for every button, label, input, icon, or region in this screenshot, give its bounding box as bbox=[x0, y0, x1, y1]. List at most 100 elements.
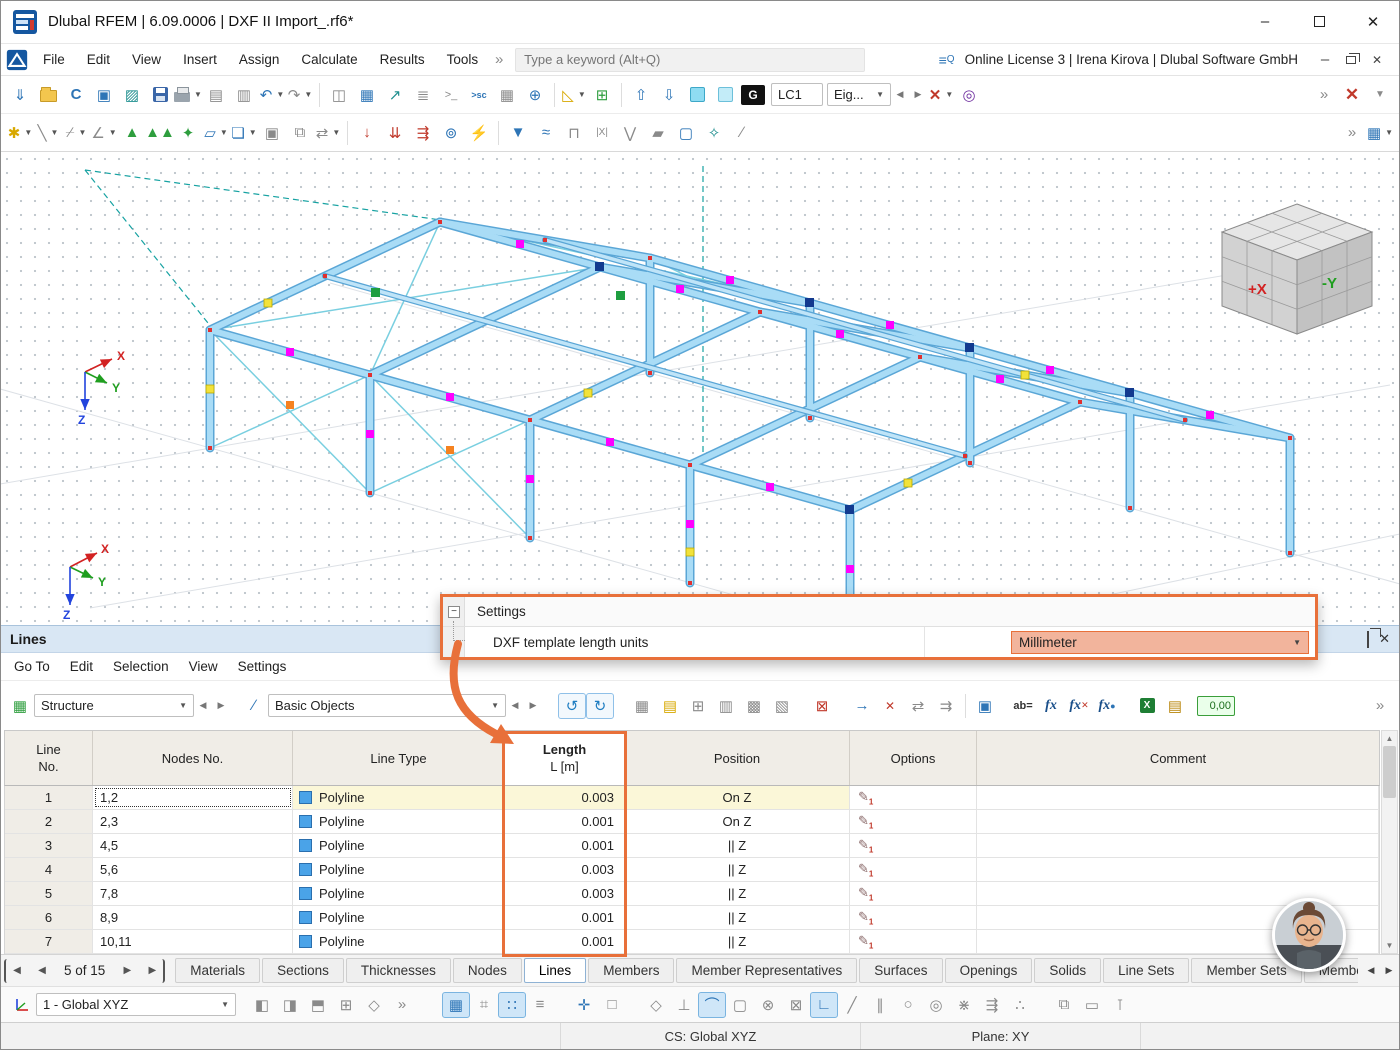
tabs-scroll-left-icon[interactable]: ◀ bbox=[1362, 958, 1380, 984]
menu-overflow-icon[interactable]: » bbox=[489, 47, 509, 73]
measure-icon[interactable]: ∕ bbox=[728, 120, 756, 146]
panel-menu-view[interactable]: View bbox=[179, 653, 228, 680]
tab-members[interactable]: Members bbox=[588, 958, 674, 983]
snap-grid-icon[interactable]: ▦ bbox=[442, 992, 470, 1018]
web-service-icon[interactable]: ⊕ bbox=[521, 82, 549, 108]
col-position[interactable]: Position bbox=[625, 731, 850, 785]
delete-rows-icon[interactable]: ✕ bbox=[876, 693, 904, 719]
view-history-back-icon[interactable]: ↺ bbox=[558, 693, 586, 719]
minimize-button[interactable]: – bbox=[1238, 0, 1292, 43]
panel-menu-goto[interactable]: Go To bbox=[4, 653, 60, 680]
tables-icon[interactable]: ▦ bbox=[353, 82, 381, 108]
category-next-icon[interactable]: ▶ bbox=[524, 695, 542, 717]
model-viewport[interactable]: X Y Z X Y Z +X -Y bbox=[0, 152, 1400, 625]
tab-member-representatives[interactable]: Member Representatives bbox=[676, 958, 857, 983]
menu-calculate[interactable]: Calculate bbox=[290, 44, 368, 75]
table-fill-icon[interactable]: ▩ bbox=[740, 693, 768, 719]
dots-snap-icon[interactable]: ∴ bbox=[1006, 992, 1034, 1018]
table-manager-icon[interactable]: ▦ bbox=[493, 82, 521, 108]
box-intersect-snap-icon[interactable]: ⊠ bbox=[782, 992, 810, 1018]
report-icon[interactable]: ▤ bbox=[1161, 693, 1189, 719]
navigation-cube[interactable]: +X -Y bbox=[1222, 204, 1372, 334]
close-button[interactable]: ✕ bbox=[1346, 0, 1400, 43]
render-mode-icon[interactable]: ▣ bbox=[90, 82, 118, 108]
circle-cross-snap-icon[interactable]: ⊗ bbox=[754, 992, 782, 1018]
stop-calculation-icon[interactable]: ✕ bbox=[1338, 82, 1366, 108]
table-window2-icon[interactable]: ▣ bbox=[971, 693, 999, 719]
col-line-type[interactable]: Line Type bbox=[293, 731, 505, 785]
visibility-box-2-icon[interactable] bbox=[711, 82, 739, 108]
workplane-yz-icon[interactable]: ⬒ bbox=[304, 992, 332, 1018]
save-icon[interactable] bbox=[146, 82, 174, 108]
maximize-button[interactable] bbox=[1292, 0, 1346, 43]
copy-objects-icon[interactable]: ⧉ bbox=[286, 120, 314, 146]
pin-icon[interactable]: ⊺ bbox=[1106, 992, 1134, 1018]
new-polyline-icon[interactable]: ∠▼ bbox=[90, 120, 118, 146]
table-window-icon[interactable]: ▦▼ bbox=[1366, 120, 1394, 146]
first-table-icon[interactable]: ◀ bbox=[4, 959, 28, 983]
scroll-down-icon[interactable]: ▼ bbox=[1382, 938, 1397, 953]
magnet-snap-icon[interactable]: ⌒ bbox=[698, 992, 726, 1018]
category-prev-icon[interactable]: ◀ bbox=[506, 695, 524, 717]
new-line-support-icon[interactable]: ▲▲ bbox=[146, 120, 174, 146]
new-line-by-points-icon[interactable]: ⌿▼ bbox=[62, 120, 90, 146]
workplane-xy-icon[interactable]: ◧ bbox=[248, 992, 276, 1018]
navigator-prev-icon[interactable]: ◀ bbox=[194, 695, 212, 717]
scatter-snap-icon[interactable]: ⋇ bbox=[950, 992, 978, 1018]
new-nodal-load-icon[interactable]: ↓ bbox=[353, 120, 381, 146]
search-input[interactable] bbox=[515, 48, 865, 72]
col-comment[interactable]: Comment bbox=[977, 731, 1379, 785]
workplane-xz-icon[interactable]: ◨ bbox=[276, 992, 304, 1018]
menu-edit[interactable]: Edit bbox=[76, 44, 121, 75]
mdi-minimize-icon[interactable]: – bbox=[1312, 47, 1338, 73]
tab-lines[interactable]: Lines bbox=[524, 958, 586, 983]
generated-loads-icon[interactable]: G bbox=[739, 82, 767, 108]
midpoint-snap-icon[interactable]: ◇ bbox=[642, 992, 670, 1018]
object-snap-icon[interactable]: ✛ bbox=[570, 992, 598, 1018]
tab-openings[interactable]: Openings bbox=[945, 958, 1033, 983]
new-line-icon[interactable]: ╲▼ bbox=[34, 120, 62, 146]
length-units-select[interactable]: Millimeter ▼ bbox=[1011, 631, 1309, 654]
collapse-icon[interactable]: − bbox=[448, 606, 460, 618]
refresh-icon[interactable]: C bbox=[62, 82, 90, 108]
tab-materials[interactable]: Materials bbox=[175, 958, 260, 983]
tabs-scroll-right-icon[interactable]: ▶ bbox=[1380, 958, 1398, 984]
load-case-select[interactable]: LC1 bbox=[771, 83, 823, 106]
toolbar2-overflow-icon[interactable]: » bbox=[1338, 120, 1366, 146]
workplane-3point-icon[interactable]: ◇ bbox=[360, 992, 388, 1018]
open-folder-icon[interactable] bbox=[34, 82, 62, 108]
tab-thicknesses[interactable]: Thicknesses bbox=[346, 958, 451, 983]
printout-report-icon[interactable]: ≣ bbox=[409, 82, 437, 108]
grid-icon[interactable]: ⌗ bbox=[470, 992, 498, 1018]
render-box-icon[interactable]: ▢ bbox=[672, 120, 700, 146]
new-member-icon[interactable]: ✦ bbox=[174, 120, 202, 146]
tab-solids[interactable]: Solids bbox=[1034, 958, 1101, 983]
diagram-icon[interactable]: ↗ bbox=[381, 82, 409, 108]
next-load-case-icon[interactable]: ▶ bbox=[909, 84, 927, 106]
script-console-icon[interactable]: >sc bbox=[465, 82, 493, 108]
result-diagram-icon[interactable]: ≈ bbox=[532, 120, 560, 146]
new-solid-icon[interactable]: ❏▼ bbox=[230, 120, 258, 146]
image-icon[interactable]: ▨ bbox=[118, 82, 146, 108]
tab-nodes[interactable]: Nodes bbox=[453, 958, 522, 983]
scroll-up-icon[interactable]: ▲ bbox=[1382, 731, 1397, 746]
new-node-icon[interactable]: ✱▼ bbox=[6, 120, 34, 146]
table-scrollbar[interactable]: ▲ ▼ bbox=[1381, 730, 1398, 954]
visibility-box-1-icon[interactable] bbox=[683, 82, 711, 108]
menu-results[interactable]: Results bbox=[369, 44, 436, 75]
redo-icon[interactable]: ↷▼ bbox=[286, 82, 314, 108]
parallel-snap-icon[interactable]: ∥ bbox=[866, 992, 894, 1018]
formula-delete-icon[interactable]: fx✕ bbox=[1065, 693, 1093, 719]
navigator-next-icon[interactable]: ▶ bbox=[212, 695, 230, 717]
square-snap-icon[interactable]: ▢ bbox=[726, 992, 754, 1018]
new-surface-load-icon[interactable]: ⇶ bbox=[409, 120, 437, 146]
endpoint-snap-icon[interactable]: □ bbox=[598, 992, 626, 1018]
circle-snap-icon[interactable]: ○ bbox=[894, 992, 922, 1018]
mdi-close-icon[interactable]: ✕ bbox=[1364, 47, 1390, 73]
filter-icon[interactable]: ▼ bbox=[504, 120, 532, 146]
flat-view-icon[interactable]: ▭ bbox=[1078, 992, 1106, 1018]
toolbar1-overflow-icon[interactable]: » bbox=[1310, 82, 1338, 108]
workplane-offset-icon[interactable]: ⊞ bbox=[332, 992, 360, 1018]
table-pattern-icon[interactable]: ▧ bbox=[768, 693, 796, 719]
export-rows-icon[interactable]: → bbox=[848, 693, 876, 719]
